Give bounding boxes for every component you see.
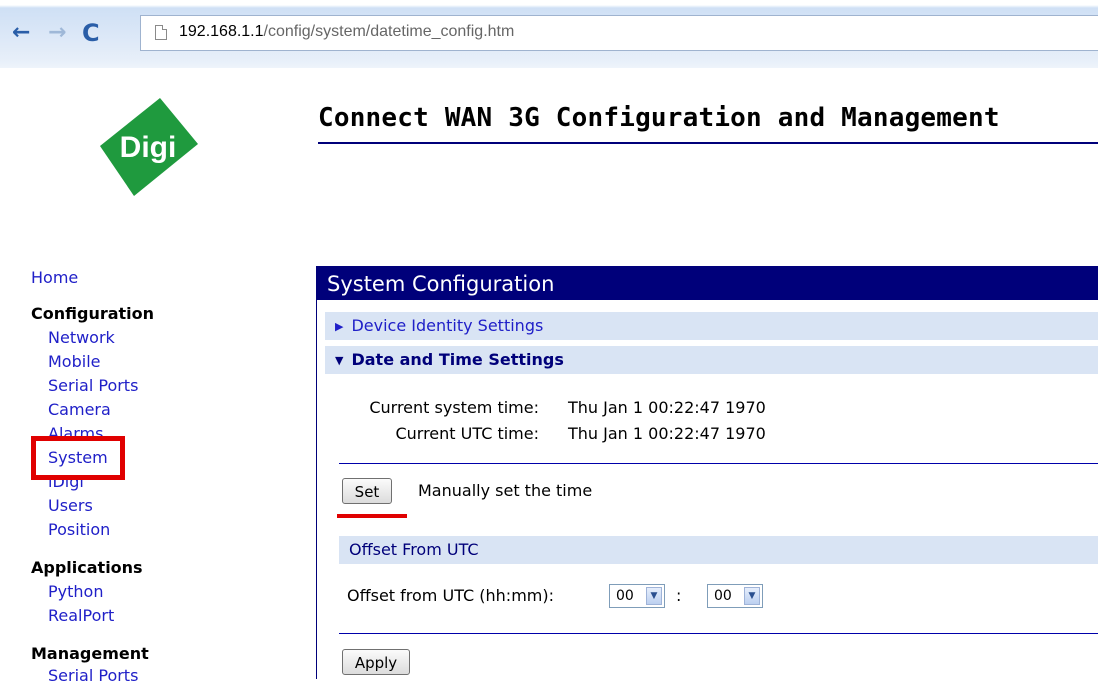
current-utc-time-value: Thu Jan 1 00:22:47 1970 bbox=[568, 424, 766, 443]
menu-item-mobile[interactable]: Mobile bbox=[48, 350, 100, 374]
digi-logo: Digi bbox=[100, 98, 198, 196]
menu-item-home[interactable]: Home bbox=[31, 266, 78, 290]
device-identity-settings-toggle[interactable]: ▶ Device Identity Settings bbox=[325, 312, 1098, 340]
offset-from-utc-title: Offset From UTC bbox=[349, 540, 479, 559]
current-utc-time-label: Current UTC time: bbox=[395, 424, 539, 443]
offset-minutes-select[interactable]: 00 ▼ bbox=[707, 584, 763, 608]
menu-item-realport[interactable]: RealPort bbox=[48, 604, 114, 628]
set-button[interactable]: Set bbox=[342, 478, 392, 504]
logo-text: Digi bbox=[120, 131, 177, 164]
section-divider-bottom bbox=[339, 633, 1098, 634]
menu-section-applications: Applications bbox=[31, 558, 143, 577]
current-system-time-value: Thu Jan 1 00:22:47 1970 bbox=[568, 398, 766, 417]
set-red-underline bbox=[337, 514, 407, 518]
offset-separator: : bbox=[676, 586, 682, 605]
url-text[interactable]: 192.168.1.1/config/system/datetime_confi… bbox=[179, 23, 514, 41]
page-icon bbox=[155, 25, 167, 40]
expand-triangle-icon: ▶ bbox=[335, 320, 344, 333]
chevron-down-icon[interactable]: ▼ bbox=[646, 587, 662, 605]
offset-minutes-value: 00 bbox=[714, 588, 732, 604]
offset-hours-value: 00 bbox=[616, 588, 634, 604]
date-time-settings-label: Date and Time Settings bbox=[351, 350, 564, 369]
menu-item-management-serial-ports[interactable]: Serial Ports bbox=[48, 664, 138, 688]
menu-section-configuration: Configuration bbox=[31, 304, 155, 323]
menu-item-users[interactable]: Users bbox=[48, 494, 93, 518]
date-time-settings-toggle[interactable]: ▼ Date and Time Settings bbox=[325, 346, 1098, 374]
system-configuration-panel: System Configuration ▶ Device Identity Se… bbox=[316, 266, 1098, 679]
set-description: Manually set the time bbox=[418, 481, 593, 500]
address-bar[interactable]: 192.168.1.1/config/system/datetime_confi… bbox=[140, 15, 1098, 51]
offset-label: Offset from UTC (hh:mm): bbox=[347, 586, 554, 605]
section-divider bbox=[339, 463, 1098, 464]
menu-section-management: Management bbox=[31, 644, 149, 663]
url-host: 192.168.1.1 bbox=[179, 23, 264, 40]
collapse-triangle-icon: ▼ bbox=[335, 354, 344, 367]
menu-item-network[interactable]: Network bbox=[48, 326, 115, 350]
forward-arrow-icon[interactable]: → bbox=[48, 18, 66, 48]
device-identity-settings-label: Device Identity Settings bbox=[351, 316, 544, 335]
apply-button[interactable]: Apply bbox=[342, 649, 410, 675]
menu-item-python[interactable]: Python bbox=[48, 580, 103, 604]
panel-title: System Configuration bbox=[317, 266, 1098, 300]
page-title: Connect WAN 3G Configuration and Managem… bbox=[318, 103, 1000, 133]
header-divider bbox=[318, 142, 1098, 144]
menu-item-position[interactable]: Position bbox=[48, 518, 110, 542]
chevron-down-icon[interactable]: ▼ bbox=[744, 587, 760, 605]
system-highlight-box bbox=[31, 436, 125, 480]
menu-item-camera[interactable]: Camera bbox=[48, 398, 111, 422]
current-system-time-label: Current system time: bbox=[369, 398, 539, 417]
offset-hours-select[interactable]: 00 ▼ bbox=[609, 584, 665, 608]
url-path: /config/system/datetime_config.htm bbox=[263, 23, 515, 40]
menu-item-serial-ports[interactable]: Serial Ports bbox=[48, 374, 138, 398]
back-arrow-icon[interactable]: ← bbox=[12, 18, 30, 48]
reload-icon[interactable]: C bbox=[82, 18, 100, 48]
offset-from-utc-header: Offset From UTC bbox=[339, 536, 1098, 564]
browser-toolbar: ← → C 192.168.1.1/config/system/datetime… bbox=[0, 0, 1098, 68]
